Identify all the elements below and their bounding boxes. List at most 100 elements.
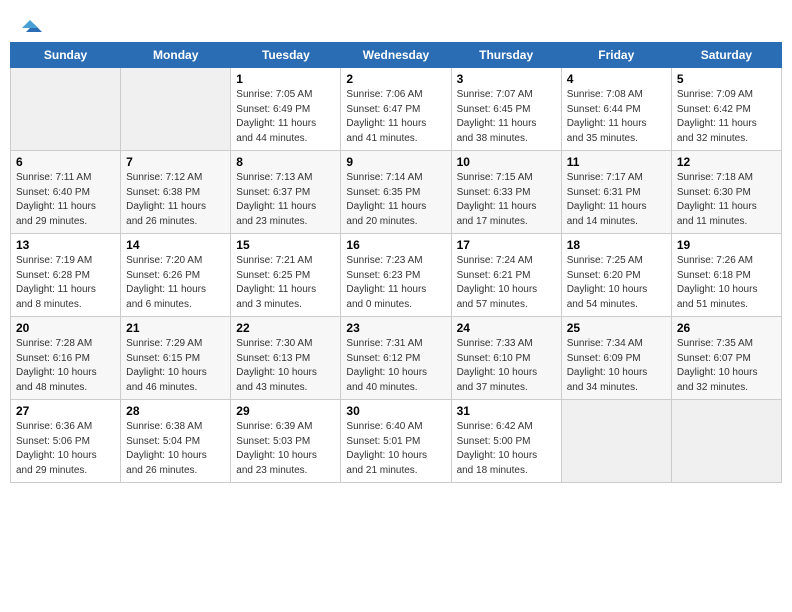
day-number: 1 — [236, 72, 335, 86]
day-cell: 23 Sunrise: 7:31 AM Sunset: 6:12 PM Dayli… — [341, 317, 451, 400]
day-cell: 15Sunrise: 7:21 AM Sunset: 6:25 PM Dayli… — [231, 234, 341, 317]
day-cell: 21 Sunrise: 7:29 AM Sunset: 6:15 PM Dayli… — [121, 317, 231, 400]
day-info: Sunrise: 6:39 AM Sunset: 5:03 PM Dayligh… — [236, 420, 335, 478]
day-cell: 16Sunrise: 7:23 AM Sunset: 6:23 PM Dayli… — [341, 234, 451, 317]
day-cell: 4 Sunrise: 7:08 AM Sunset: 6:44 PM Daylig… — [561, 68, 671, 151]
logo — [18, 14, 44, 32]
day-number: 18 — [567, 238, 666, 252]
day-cell: 20Sunrise: 7:28 AM Sunset: 6:16 PM Dayli… — [11, 317, 121, 400]
day-cell: 5 Sunrise: 7:09 AM Sunset: 6:42 PM Daylig… — [671, 68, 781, 151]
day-cell — [121, 68, 231, 151]
weekday-wednesday: Wednesday — [341, 43, 451, 68]
weekday-sunday: Sunday — [11, 43, 121, 68]
day-info: Sunrise: 7:33 AM Sunset: 6:10 PM Dayligh… — [457, 337, 556, 395]
day-info: Sunrise: 7:26 AM Sunset: 6:18 PM Dayligh… — [677, 254, 776, 312]
day-number: 7 — [126, 155, 225, 169]
day-cell: 7 Sunrise: 7:12 AM Sunset: 6:38 PM Daylig… — [121, 151, 231, 234]
day-number: 11 — [567, 155, 666, 169]
week-row-1: 1 Sunrise: 7:05 AM Sunset: 6:49 PM Daylig… — [11, 68, 782, 151]
day-number: 27 — [16, 404, 115, 418]
day-info: Sunrise: 7:15 AM Sunset: 6:33 PM Dayligh… — [457, 171, 556, 229]
day-info: Sunrise: 7:05 AM Sunset: 6:49 PM Dayligh… — [236, 88, 335, 146]
day-cell: 25Sunrise: 7:34 AM Sunset: 6:09 PM Dayli… — [561, 317, 671, 400]
day-number: 17 — [457, 238, 556, 252]
day-number: 24 — [457, 321, 556, 335]
day-info: Sunrise: 6:36 AM Sunset: 5:06 PM Dayligh… — [16, 420, 115, 478]
day-info: Sunrise: 6:38 AM Sunset: 5:04 PM Dayligh… — [126, 420, 225, 478]
day-info: Sunrise: 7:28 AM Sunset: 6:16 PM Dayligh… — [16, 337, 115, 395]
day-number: 13 — [16, 238, 115, 252]
day-number: 21 — [126, 321, 225, 335]
day-cell: 12 Sunrise: 7:18 AM Sunset: 6:30 PM Dayli… — [671, 151, 781, 234]
page-header — [10, 10, 782, 36]
weekday-friday: Friday — [561, 43, 671, 68]
weekday-tuesday: Tuesday — [231, 43, 341, 68]
day-number: 31 — [457, 404, 556, 418]
day-info: Sunrise: 7:18 AM Sunset: 6:30 PM Dayligh… — [677, 171, 776, 229]
day-number: 8 — [236, 155, 335, 169]
day-info: Sunrise: 7:23 AM Sunset: 6:23 PM Dayligh… — [346, 254, 445, 312]
day-cell: 2 Sunrise: 7:06 AM Sunset: 6:47 PM Daylig… — [341, 68, 451, 151]
day-cell: 28Sunrise: 6:38 AM Sunset: 5:04 PM Dayli… — [121, 400, 231, 483]
logo-icon — [20, 14, 42, 36]
weekday-header-row: SundayMondayTuesdayWednesdayThursdayFrid… — [11, 43, 782, 68]
day-info: Sunrise: 7:31 AM Sunset: 6:12 PM Dayligh… — [346, 337, 445, 395]
day-info: Sunrise: 7:07 AM Sunset: 6:45 PM Dayligh… — [457, 88, 556, 146]
day-cell: 10 Sunrise: 7:15 AM Sunset: 6:33 PM Dayli… — [451, 151, 561, 234]
day-cell: 30 Sunrise: 6:40 AM Sunset: 5:01 PM Dayli… — [341, 400, 451, 483]
day-info: Sunrise: 6:42 AM Sunset: 5:00 PM Dayligh… — [457, 420, 556, 478]
calendar-body: 1 Sunrise: 7:05 AM Sunset: 6:49 PM Daylig… — [11, 68, 782, 483]
day-info: Sunrise: 7:13 AM Sunset: 6:37 PM Dayligh… — [236, 171, 335, 229]
week-row-3: 13 Sunrise: 7:19 AM Sunset: 6:28 PM Dayli… — [11, 234, 782, 317]
week-row-4: 20Sunrise: 7:28 AM Sunset: 6:16 PM Dayli… — [11, 317, 782, 400]
day-cell — [671, 400, 781, 483]
day-info: Sunrise: 7:08 AM Sunset: 6:44 PM Dayligh… — [567, 88, 666, 146]
weekday-thursday: Thursday — [451, 43, 561, 68]
day-number: 12 — [677, 155, 776, 169]
calendar-table: SundayMondayTuesdayWednesdayThursdayFrid… — [10, 42, 782, 483]
day-number: 9 — [346, 155, 445, 169]
day-number: 22 — [236, 321, 335, 335]
day-number: 19 — [677, 238, 776, 252]
day-number: 10 — [457, 155, 556, 169]
day-number: 5 — [677, 72, 776, 86]
day-info: Sunrise: 7:24 AM Sunset: 6:21 PM Dayligh… — [457, 254, 556, 312]
day-number: 6 — [16, 155, 115, 169]
day-cell: 3 Sunrise: 7:07 AM Sunset: 6:45 PM Daylig… — [451, 68, 561, 151]
day-number: 23 — [346, 321, 445, 335]
day-number: 4 — [567, 72, 666, 86]
weekday-monday: Monday — [121, 43, 231, 68]
day-cell: 9Sunrise: 7:14 AM Sunset: 6:35 PM Daylig… — [341, 151, 451, 234]
day-cell: 26Sunrise: 7:35 AM Sunset: 6:07 PM Dayli… — [671, 317, 781, 400]
day-cell — [11, 68, 121, 151]
day-number: 3 — [457, 72, 556, 86]
day-info: Sunrise: 7:19 AM Sunset: 6:28 PM Dayligh… — [16, 254, 115, 312]
day-info: Sunrise: 7:17 AM Sunset: 6:31 PM Dayligh… — [567, 171, 666, 229]
day-number: 15 — [236, 238, 335, 252]
day-cell — [561, 400, 671, 483]
day-info: Sunrise: 7:06 AM Sunset: 6:47 PM Dayligh… — [346, 88, 445, 146]
day-info: Sunrise: 7:25 AM Sunset: 6:20 PM Dayligh… — [567, 254, 666, 312]
day-cell: 18 Sunrise: 7:25 AM Sunset: 6:20 PM Dayli… — [561, 234, 671, 317]
week-row-2: 6 Sunrise: 7:11 AM Sunset: 6:40 PM Daylig… — [11, 151, 782, 234]
day-cell: 29 Sunrise: 6:39 AM Sunset: 5:03 PM Dayli… — [231, 400, 341, 483]
day-info: Sunrise: 7:35 AM Sunset: 6:07 PM Dayligh… — [677, 337, 776, 395]
day-info: Sunrise: 7:09 AM Sunset: 6:42 PM Dayligh… — [677, 88, 776, 146]
day-info: Sunrise: 7:11 AM Sunset: 6:40 PM Dayligh… — [16, 171, 115, 229]
day-cell: 24 Sunrise: 7:33 AM Sunset: 6:10 PM Dayli… — [451, 317, 561, 400]
day-number: 2 — [346, 72, 445, 86]
day-info: Sunrise: 7:29 AM Sunset: 6:15 PM Dayligh… — [126, 337, 225, 395]
day-cell: 11 Sunrise: 7:17 AM Sunset: 6:31 PM Dayli… — [561, 151, 671, 234]
day-cell: 6 Sunrise: 7:11 AM Sunset: 6:40 PM Daylig… — [11, 151, 121, 234]
day-cell: 1 Sunrise: 7:05 AM Sunset: 6:49 PM Daylig… — [231, 68, 341, 151]
day-cell: 19 Sunrise: 7:26 AM Sunset: 6:18 PM Dayli… — [671, 234, 781, 317]
day-info: Sunrise: 7:30 AM Sunset: 6:13 PM Dayligh… — [236, 337, 335, 395]
week-row-5: 27 Sunrise: 6:36 AM Sunset: 5:06 PM Dayli… — [11, 400, 782, 483]
day-cell: 14Sunrise: 7:20 AM Sunset: 6:26 PM Dayli… — [121, 234, 231, 317]
day-number: 30 — [346, 404, 445, 418]
day-info: Sunrise: 6:40 AM Sunset: 5:01 PM Dayligh… — [346, 420, 445, 478]
day-number: 29 — [236, 404, 335, 418]
day-cell: 22 Sunrise: 7:30 AM Sunset: 6:13 PM Dayli… — [231, 317, 341, 400]
day-info: Sunrise: 7:34 AM Sunset: 6:09 PM Dayligh… — [567, 337, 666, 395]
day-info: Sunrise: 7:12 AM Sunset: 6:38 PM Dayligh… — [126, 171, 225, 229]
